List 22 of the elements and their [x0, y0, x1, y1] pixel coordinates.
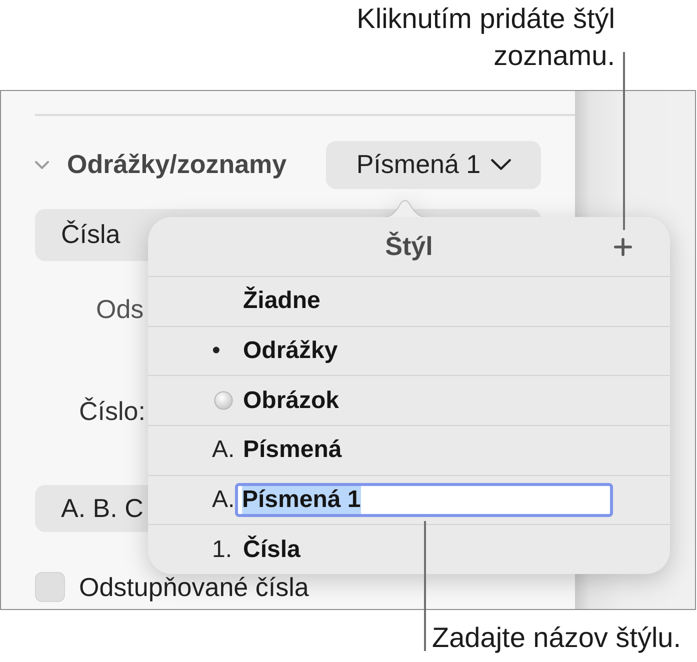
style-menu-item[interactable]: Obrázok	[148, 375, 670, 426]
list-marker: A.	[212, 436, 235, 464]
style-menu-item[interactable]: A. Písmená 1	[148, 474, 670, 524]
list-marker: •	[212, 337, 220, 365]
list-marker: A.	[212, 486, 235, 514]
callout-text: Kliknutím pridáte štýl zoznamu.	[356, 2, 615, 73]
style-name-field[interactable]: Písmená 1	[235, 483, 613, 518]
style-menu-item[interactable]: Žiadne	[148, 276, 670, 326]
checkbox-label: Odstupňované čísla	[79, 572, 309, 600]
callout-text: Zadajte názov štýlu.	[432, 622, 682, 653]
style-menu-item[interactable]: A. Písmená	[148, 425, 670, 475]
popover-title: Štýl	[385, 231, 433, 262]
list-marker: 1.	[212, 536, 232, 564]
number-label: Číslo:	[79, 396, 146, 424]
chevron-down-icon[interactable]	[35, 160, 49, 168]
indent-label: Ods	[96, 294, 144, 322]
caret-icon	[490, 159, 511, 170]
list-style-popup[interactable]: Písmená 1	[326, 140, 541, 188]
style-menu-item[interactable]: • Odrážky	[148, 326, 670, 376]
checkbox[interactable]	[35, 572, 65, 602]
disc-icon	[214, 391, 233, 410]
section-title: Odrážky/zoznamy	[67, 149, 287, 180]
